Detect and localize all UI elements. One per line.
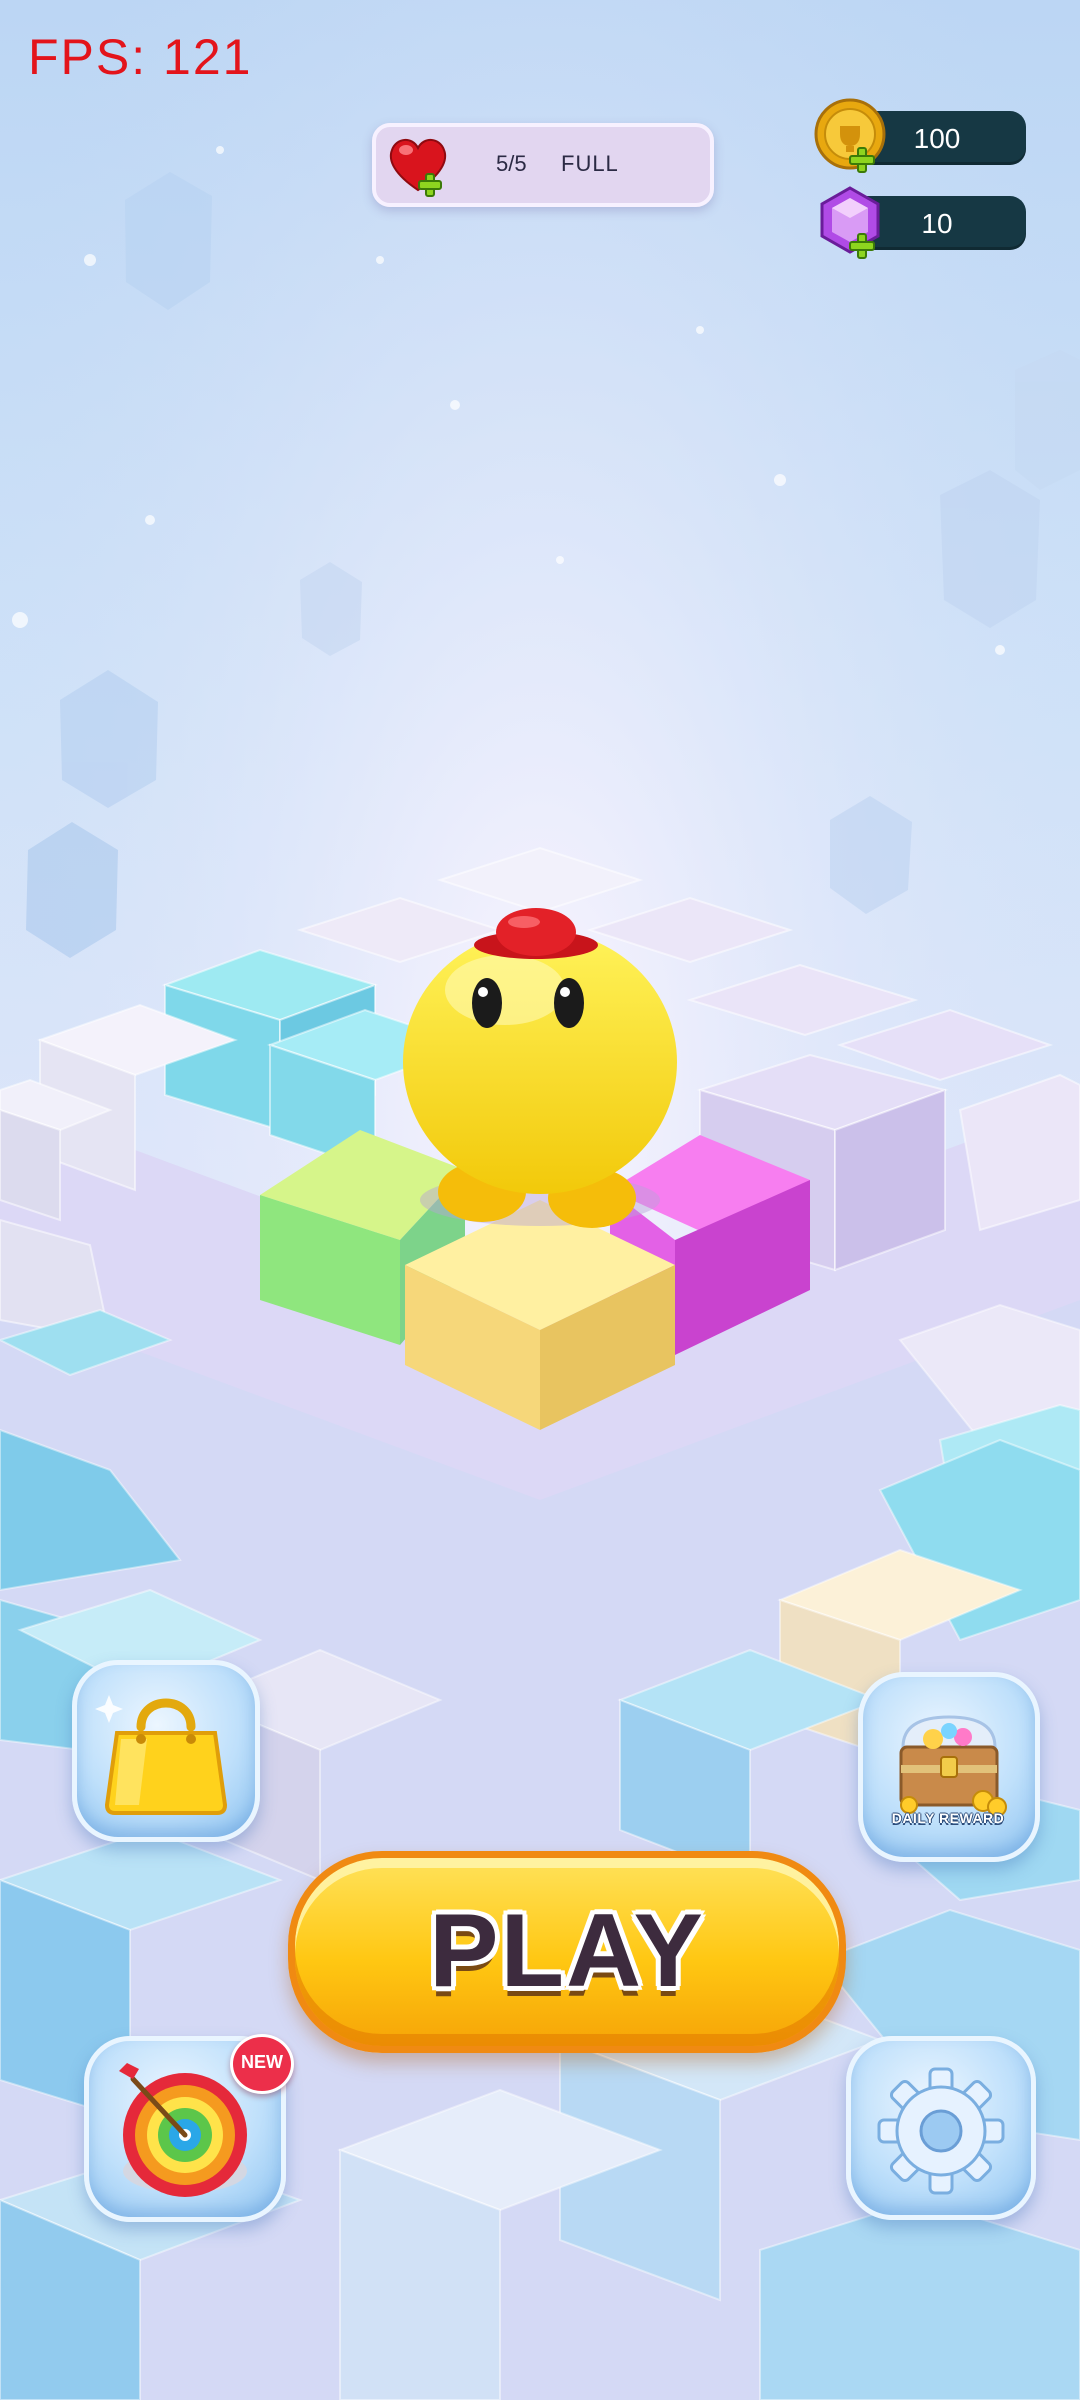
purple-gem-plus-icon[interactable] xyxy=(812,182,892,262)
shop-button[interactable] xyxy=(72,1660,260,1842)
daily-reward-label: DAILY REWARD xyxy=(891,1810,1005,1826)
fps-counter: FPS: 121 xyxy=(28,29,253,85)
shopping-bag-icon xyxy=(95,1695,228,1815)
settings-button[interactable] xyxy=(846,2036,1036,2220)
treasure-chest-icon xyxy=(899,1715,1007,1817)
play-button-label: PLAY xyxy=(429,1893,705,2009)
gold-coin-plus-icon[interactable] xyxy=(812,96,892,176)
lives-count: 5/5 xyxy=(496,151,527,176)
daily-reward-button[interactable] xyxy=(858,1672,1040,1862)
new-badge-label: NEW xyxy=(241,2052,283,2072)
new-badge: NEW xyxy=(230,2034,294,2094)
gear-icon xyxy=(877,2067,1005,2195)
lives-status: FULL xyxy=(561,151,619,176)
lives-panel[interactable]: 5/5 FULL xyxy=(372,123,714,207)
heart-plus-icon xyxy=(389,139,447,197)
play-button[interactable]: PLAY xyxy=(288,1851,846,2053)
